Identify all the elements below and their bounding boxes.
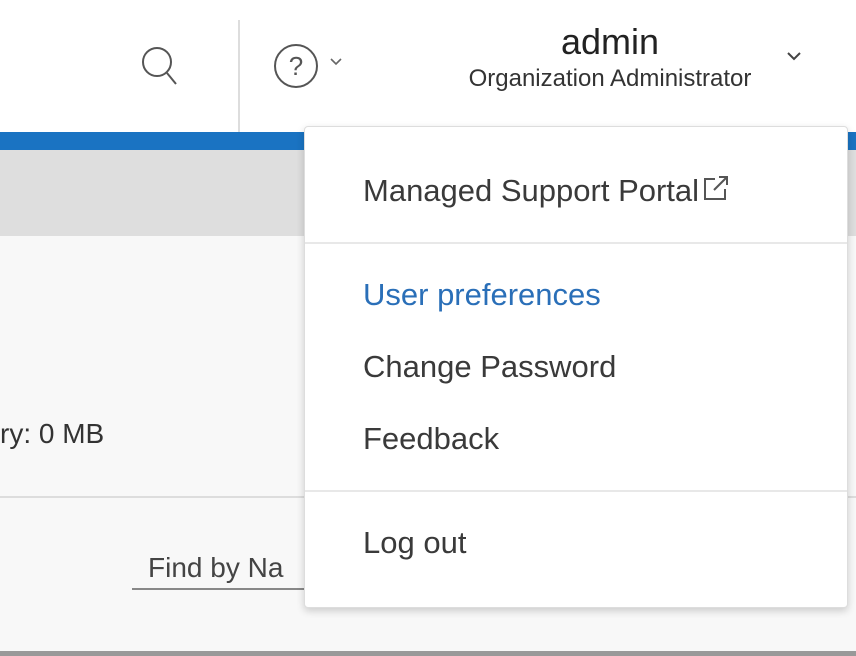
external-link-icon [704, 176, 729, 200]
user-menu-button[interactable]: admin Organization Administrator [430, 20, 790, 94]
search-icon[interactable] [140, 44, 180, 88]
memory-text: ry: 0 MB [0, 418, 105, 449]
menu-item-feedback[interactable]: Feedback [363, 421, 499, 457]
menu-item-change-password[interactable]: Change Password [363, 349, 616, 385]
table-header-edge [0, 651, 856, 656]
top-header: ? admin Organization Administrator [0, 0, 856, 132]
menu-item-user-preferences[interactable]: User preferences [363, 277, 601, 313]
svg-text:?: ? [289, 51, 303, 81]
menu-separator [305, 490, 847, 492]
menu-separator [305, 242, 847, 244]
menu-item-log-out[interactable]: Log out [363, 525, 466, 561]
help-menu-button[interactable]: ? [272, 42, 344, 90]
menu-item-managed-support-portal[interactable]: Managed Support Portal [363, 173, 731, 209]
user-name: admin [560, 21, 660, 62]
chevron-down-icon [330, 58, 342, 66]
help-icon: ? [274, 44, 318, 88]
user-dropdown-menu: Managed Support Portal User preferences … [304, 126, 848, 608]
user-role: Organization Administrator [468, 65, 752, 92]
find-by-name-input[interactable]: Find by Na [132, 546, 332, 590]
chevron-down-icon[interactable] [784, 50, 804, 64]
menu-item-label: Managed Support Portal [363, 173, 700, 208]
header-divider [238, 20, 240, 132]
